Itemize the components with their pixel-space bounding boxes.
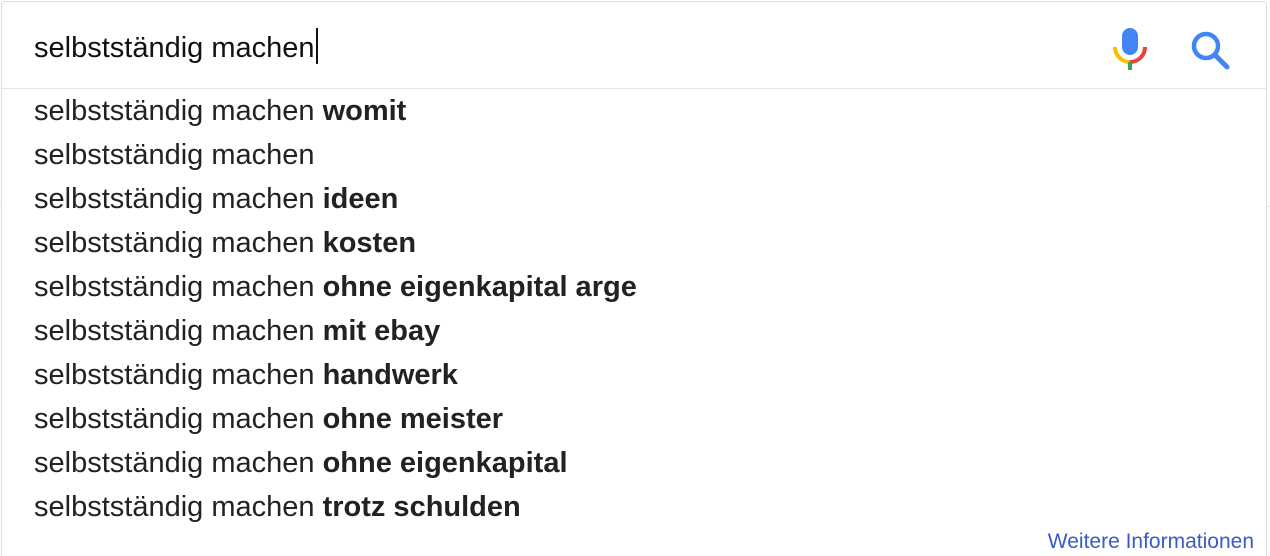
more-info-link[interactable]: Weitere Informationen	[1048, 529, 1254, 555]
suggestion-prefix: selbstständig machen	[34, 183, 315, 215]
suggestion-item[interactable]: selbstständig machen mit ebay	[34, 309, 440, 353]
suggestion-completion: mit ebay	[322, 315, 441, 347]
suggestion-item[interactable]: selbstständig machen ohne eigenkapital	[34, 441, 568, 485]
suggestion-prefix: selbstständig machen	[34, 227, 315, 259]
suggestion-prefix: selbstständig machen	[34, 271, 315, 303]
suggestion-completion: kosten	[322, 227, 417, 259]
suggestion-prefix: selbstständig machen	[34, 315, 315, 347]
suggestion-prefix: selbstständig machen	[34, 359, 315, 391]
search-input[interactable]: selbstständig machen	[34, 26, 318, 70]
search-query-text: selbstständig machen	[34, 32, 315, 64]
suggestion-item[interactable]: selbstständig machen ohne meister	[34, 397, 503, 441]
microphone-icon[interactable]	[1110, 26, 1150, 72]
suggestion-completion: trotz schulden	[322, 491, 521, 523]
suggestion-completion: ideen	[322, 183, 399, 215]
suggestion-item[interactable]: selbstständig machen trotz schulden	[34, 485, 521, 529]
suggestion-prefix: selbstständig machen	[34, 403, 315, 435]
suggestion-completion: ohne eigenkapital	[322, 447, 568, 479]
suggestion-item[interactable]: selbstständig machen ideen	[34, 177, 398, 221]
suggestion-completion: handwerk	[322, 359, 458, 391]
suggestion-item[interactable]: selbstständig machen womit	[34, 89, 406, 133]
suggestion-item[interactable]: selbstständig machen	[34, 133, 315, 177]
suggestion-item[interactable]: selbstständig machen ohne eigenkapital a…	[34, 265, 637, 309]
suggestion-completion: ohne eigenkapital arge	[322, 271, 637, 303]
search-icon[interactable]	[1188, 28, 1232, 72]
suggestion-prefix: selbstständig machen	[34, 139, 315, 171]
autocomplete-dropdown: selbstständig machen womit selbstständig…	[1, 89, 1267, 556]
suggestion-item[interactable]: selbstständig machen handwerk	[34, 353, 458, 397]
text-caret	[315, 28, 318, 65]
search-box[interactable]: selbstständig machen	[1, 1, 1267, 89]
suggestion-prefix: selbstständig machen	[34, 491, 315, 523]
suggestion-prefix: selbstständig machen	[34, 95, 315, 127]
suggestion-prefix: selbstständig machen	[34, 447, 315, 479]
suggestion-completion: womit	[322, 95, 407, 127]
suggestion-completion: ohne meister	[322, 403, 504, 435]
suggestion-item[interactable]: selbstständig machen kosten	[34, 221, 416, 265]
